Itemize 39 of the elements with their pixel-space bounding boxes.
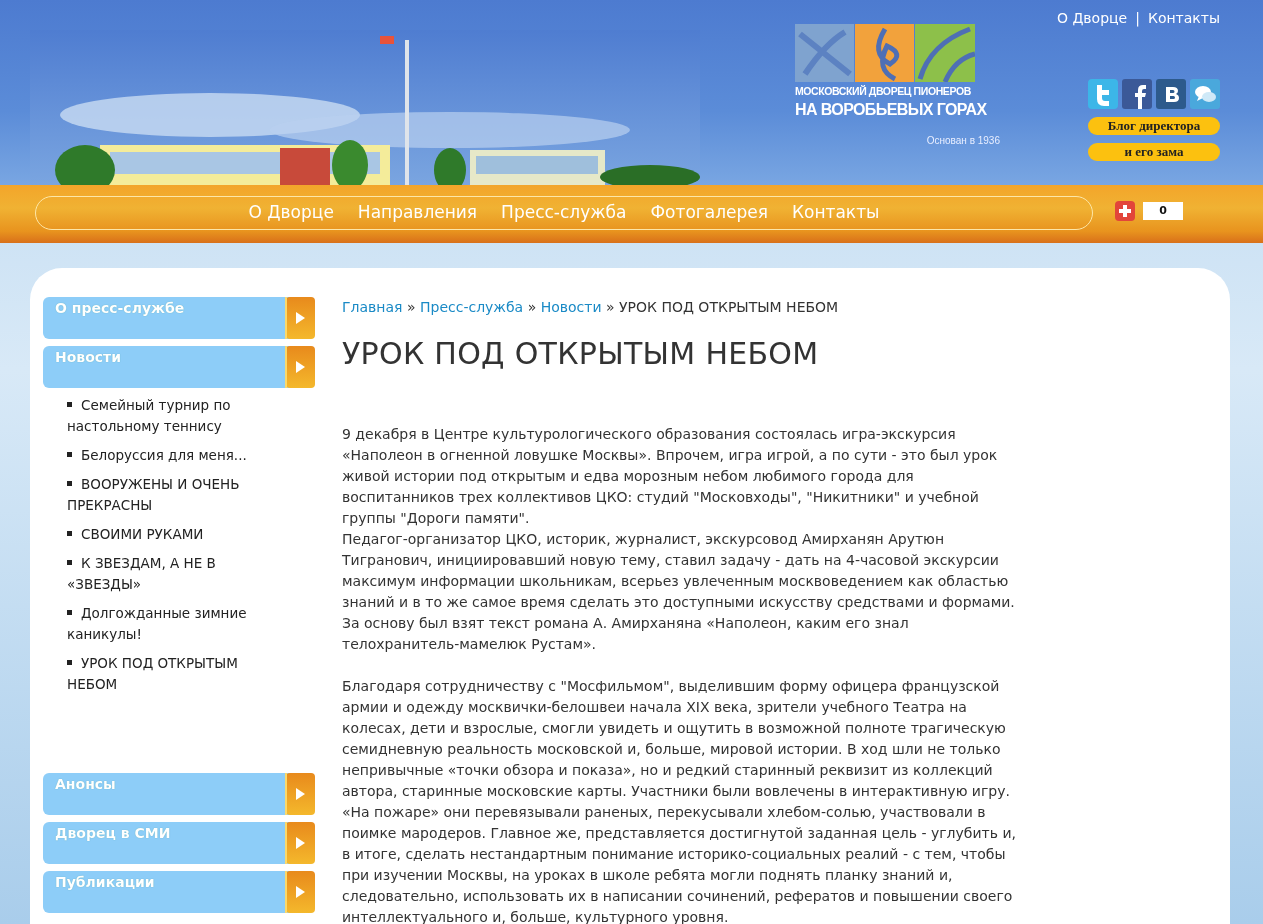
arrow-tab-icon [285, 346, 315, 388]
paragraph: 9 декабря в Центре культурологического образования состоялась игра-экскурсия «Наполеон в огненной ловушке Москвы». Впрочем, игра игрой, а по сути - это был урок живой истории под открытым и едва морозным небом любимого города для воспитанников трех коллективов ЦКО: студий "Московходы", "Никитники" и учебной группы "Дороги памяти". [342, 425, 999, 528]
top-link[interactable]: О Дворце [1056, 8, 1128, 29]
sidebar-link[interactable]: УРОК ПОД ОТКРЫТЫМ НЕБОМ [67, 653, 273, 695]
sidebar-link[interactable]: СВОИМИ РУКАМИ [67, 524, 273, 545]
breadcrumb-link[interactable]: Новости [540, 299, 602, 315]
logo-icon [795, 24, 975, 82]
blog-button[interactable]: Блог директора [1088, 117, 1220, 135]
sidebar-link[interactable]: Долгожданные зимние каникулы! [67, 603, 273, 645]
breadcrumb-link[interactable]: Главная [342, 299, 403, 315]
paragraph: Педагог-организатор ЦКО, историк, журналист, экскурсовод Амирханян Арутюн Тигранович, инициировавший новую тему, ставил задачу - дать на 4-часовой экскурсии максимум информации школьникам, всерьез увлеченным москвоведением как областью знаний и в то же самое время сделать это доступными искусству средствами и формами. За основу был взят текст романа А. Амирханяна «Наполеон, каким его знал телохранитель-мамелюк Рустам». [342, 530, 1016, 654]
arrow-tab-icon [285, 822, 315, 864]
sidebar-link[interactable]: Семейный турнир по настольному теннису [67, 395, 273, 437]
paragraph: Благодаря сотрудничеству с "Мосфильмом", выделившим форму офицера французской армии и одежду москвички-белошвеи начала XIX века, зрители учебного Театра на колесах, дети и взрослые, смогли увидеть и ощутить в возможной полноте трагическую семидневную реальность московской и, больше, мировой истории. В ход шли не только непривычные «точки обзора и показа», но и редкий старинный реквизит из коллекций автора, старинные московские карты. Участники были вовлечены в интерактивную игру. «На пожаре» они перевязывали раненых, перекусывали хлебом-солью, участвовали в поимке мародеров. Главное же, представляется достигнутой заданная цель - углубить и, в итоге, сделать нестандартным понимание историко-социальных реалий - с тем, чтобы при изучении Москвы, на уроках в школе ребята могли поднять планку знаний и, следовательно, использовать их в написании сочинений, рефератов и повышении своего интеллектуального и, больше, культурного уровня. [342, 677, 1017, 924]
nav-link[interactable]: Направления [357, 200, 478, 226]
plus-icon[interactable] [1115, 201, 1135, 221]
nav-link[interactable]: Пресс-служба [501, 200, 627, 226]
founded-text: Основан в 1936 [925, 133, 1000, 148]
sidebar-link[interactable]: Белоруссия для меня... [67, 445, 273, 466]
breadcrumb-current: УРОК ПОД ОТКРЫТЫМ НЕБОМ [619, 299, 839, 315]
share-count: 0 [1143, 202, 1183, 220]
breadcrumb-separator: » [406, 299, 416, 315]
nav-link[interactable]: О Дворце [248, 200, 334, 226]
breadcrumb-link[interactable]: Пресс-служба [419, 299, 524, 315]
sidebar-link[interactable]: К ЗВЕЗДАМ, А НЕ В «ЗВЕЗДЫ» [67, 553, 273, 595]
sidebar-link[interactable]: ВООРУЖЕНЫ И ОЧЕНЬ ПРЕКРАСНЫ [67, 474, 273, 516]
blog-button[interactable]: и его зама [1088, 143, 1220, 161]
breadcrumb-separator: » [527, 299, 537, 315]
arrow-tab-icon [285, 773, 315, 815]
vk-icon[interactable] [1156, 79, 1186, 109]
logo-text: НА ВОРОБЬЕВЫХ ГОРАХ [795, 99, 988, 120]
arrow-tab-icon [285, 297, 315, 339]
page-title: УРОК ПОД ОТКРЫТЫМ НЕБОМ [342, 336, 820, 372]
top-link[interactable]: Контакты [1147, 8, 1220, 29]
separator: | [1135, 9, 1140, 29]
facebook-icon[interactable] [1122, 79, 1152, 109]
breadcrumb-separator: » [606, 299, 615, 315]
logo-text: МОСКОВСКИЙ ДВОРЕЦ ПИОНЕРОВ [795, 84, 972, 99]
arrow-tab-icon [285, 871, 315, 913]
